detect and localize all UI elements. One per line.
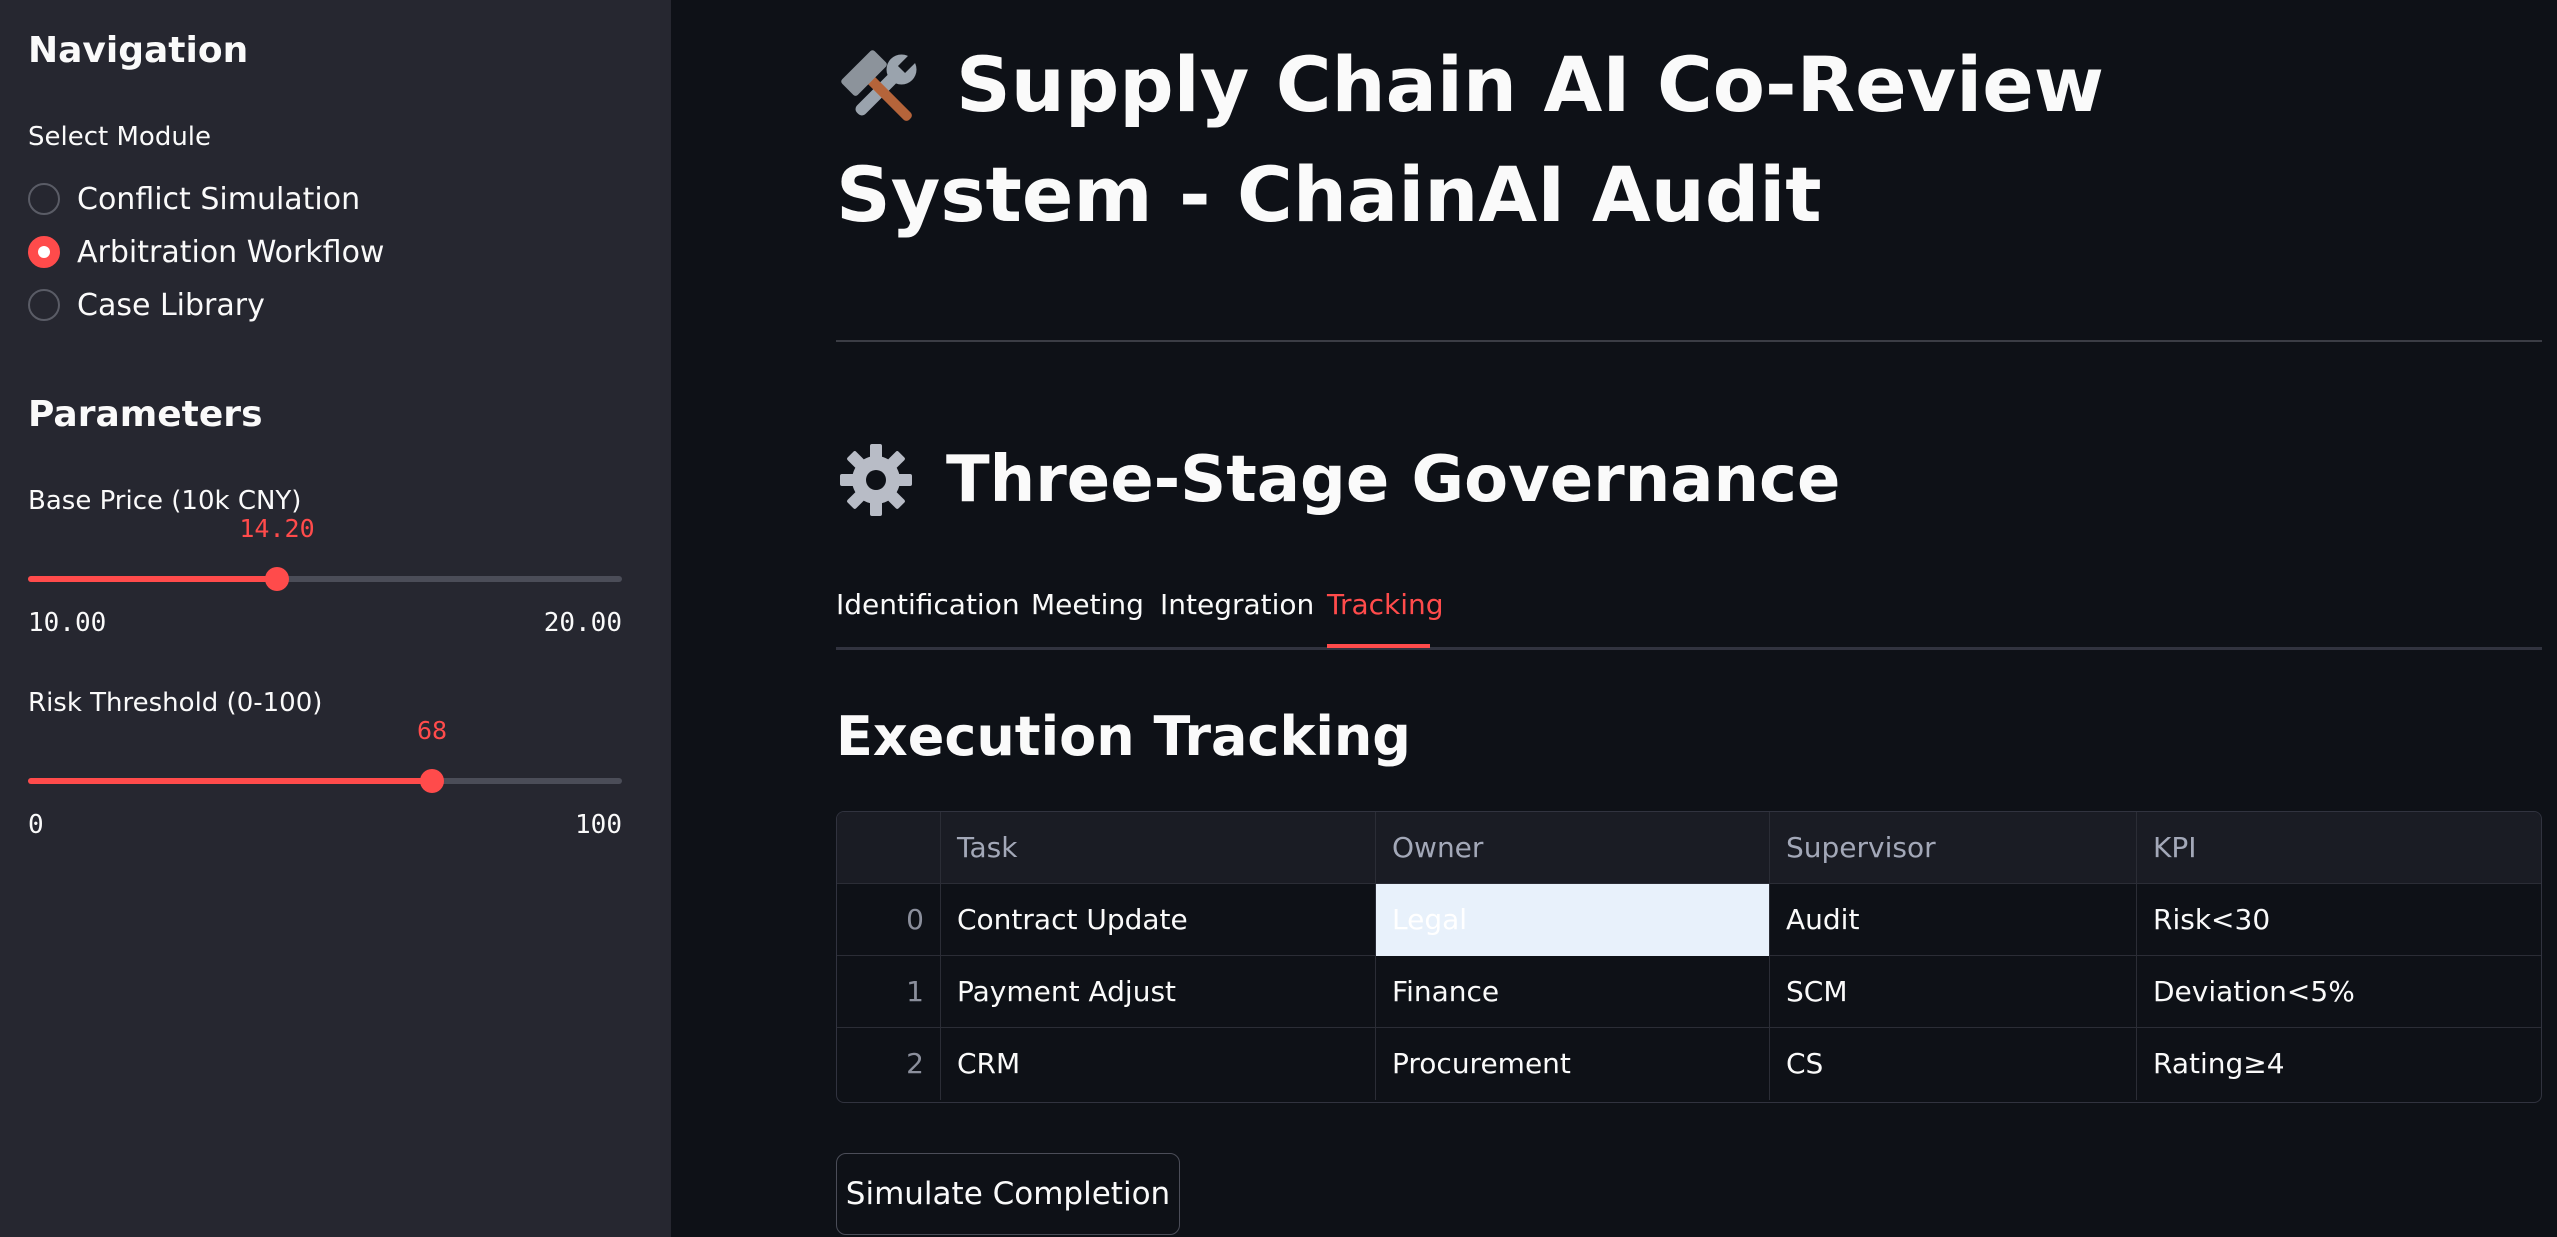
slider-fill	[28, 778, 432, 784]
risk-threshold-range: 0 100	[28, 810, 622, 840]
header-supervisor[interactable]: Supervisor	[1770, 812, 2137, 884]
base-price-range: 10.00 20.00	[28, 608, 622, 638]
radio-button-icon[interactable]	[28, 183, 60, 215]
risk-threshold-label: Risk Threshold (0-100)	[28, 688, 323, 718]
main-content: Supply Chain AI Co-Review System - Chain…	[671, 0, 2557, 1237]
row-index: 0	[837, 884, 941, 956]
table-row: 1 Payment Adjust Finance SCM Deviation<5…	[837, 956, 2541, 1028]
slider-current-value: 14.20	[239, 514, 315, 543]
tab-identification[interactable]: Identification	[836, 588, 1020, 643]
slider-min: 10.00	[28, 608, 107, 638]
table-cell-selected[interactable]: Legal	[1376, 884, 1770, 956]
slider-max: 20.00	[543, 608, 622, 638]
active-tab-indicator	[1327, 644, 1430, 648]
app-root: Navigation Select Module Conflict Simula…	[0, 0, 2557, 1237]
navigation-heading: Navigation	[28, 30, 249, 71]
table-cell[interactable]: Rating≥4	[2137, 1028, 2541, 1100]
radio-case-library[interactable]: Case Library	[28, 285, 265, 325]
section-title: Three-Stage Governance	[836, 440, 1840, 520]
risk-threshold-slider[interactable]: 68	[28, 716, 622, 800]
sidebar: Navigation Select Module Conflict Simula…	[0, 0, 671, 1237]
parameters-heading: Parameters	[28, 394, 263, 435]
slider-thumb[interactable]	[420, 769, 444, 793]
section-title-text: Three-Stage Governance	[946, 443, 1841, 517]
table-cell[interactable]: SCM	[1770, 956, 2137, 1028]
radio-arbitration-workflow[interactable]: Arbitration Workflow	[28, 232, 384, 272]
base-price-slider[interactable]: 14.20	[28, 514, 622, 598]
table-cell[interactable]: CS	[1770, 1028, 2137, 1100]
radio-label: Case Library	[77, 287, 265, 323]
tab-integration[interactable]: Integration	[1160, 588, 1314, 643]
execution-tracking-heading: Execution Tracking	[836, 705, 1411, 768]
table-cell[interactable]: Payment Adjust	[941, 956, 1376, 1028]
table-cell[interactable]: Contract Update	[941, 884, 1376, 956]
header-task[interactable]: Task	[941, 812, 1376, 884]
tab-tracking[interactable]: Tracking	[1327, 588, 1444, 643]
header-owner[interactable]: Owner	[1376, 812, 1770, 884]
simulate-completion-button[interactable]: Simulate Completion	[836, 1153, 1180, 1235]
table-cell[interactable]: Risk<30	[2137, 884, 2541, 956]
slider-thumb[interactable]	[265, 567, 289, 591]
header-index	[837, 812, 941, 884]
page-title: Supply Chain AI Co-Review System - Chain…	[836, 30, 2436, 250]
row-index: 2	[837, 1028, 941, 1100]
table-header-row: Task Owner Supervisor KPI	[837, 812, 2541, 884]
base-price-label: Base Price (10k CNY)	[28, 486, 302, 516]
hammer-and-wrench-icon	[836, 45, 926, 135]
table-row: 2 CRM Procurement CS Rating≥4	[837, 1028, 2541, 1100]
tab-bar: Identification Meeting Integration Track…	[836, 580, 2542, 650]
table-cell[interactable]: Procurement	[1376, 1028, 1770, 1100]
divider	[836, 340, 2542, 342]
table-cell[interactable]: Finance	[1376, 956, 1770, 1028]
page-title-text: Supply Chain AI Co-Review System - Chain…	[836, 40, 2104, 239]
row-index: 1	[837, 956, 941, 1028]
table-cell[interactable]: Deviation<5%	[2137, 956, 2541, 1028]
select-module-label: Select Module	[28, 122, 212, 152]
slider-fill	[28, 576, 277, 582]
radio-label: Conflict Simulation	[77, 181, 361, 217]
radio-conflict-simulation[interactable]: Conflict Simulation	[28, 179, 360, 219]
data-table[interactable]: Task Owner Supervisor KPI 0 Contract Upd…	[836, 811, 2542, 1103]
table-cell[interactable]: CRM	[941, 1028, 1376, 1100]
table-row: 0 Contract Update Legal Audit Risk<30	[837, 884, 2541, 956]
slider-max: 100	[575, 810, 622, 840]
slider-current-value: 68	[416, 716, 448, 745]
radio-button-selected-icon[interactable]	[28, 236, 60, 268]
gear-icon	[836, 440, 916, 520]
table-cell[interactable]: Audit	[1770, 884, 2137, 956]
radio-button-icon[interactable]	[28, 289, 60, 321]
header-kpi[interactable]: KPI	[2137, 812, 2541, 884]
tab-meeting[interactable]: Meeting	[1031, 588, 1144, 643]
slider-min: 0	[28, 810, 44, 840]
radio-label: Arbitration Workflow	[77, 234, 385, 270]
